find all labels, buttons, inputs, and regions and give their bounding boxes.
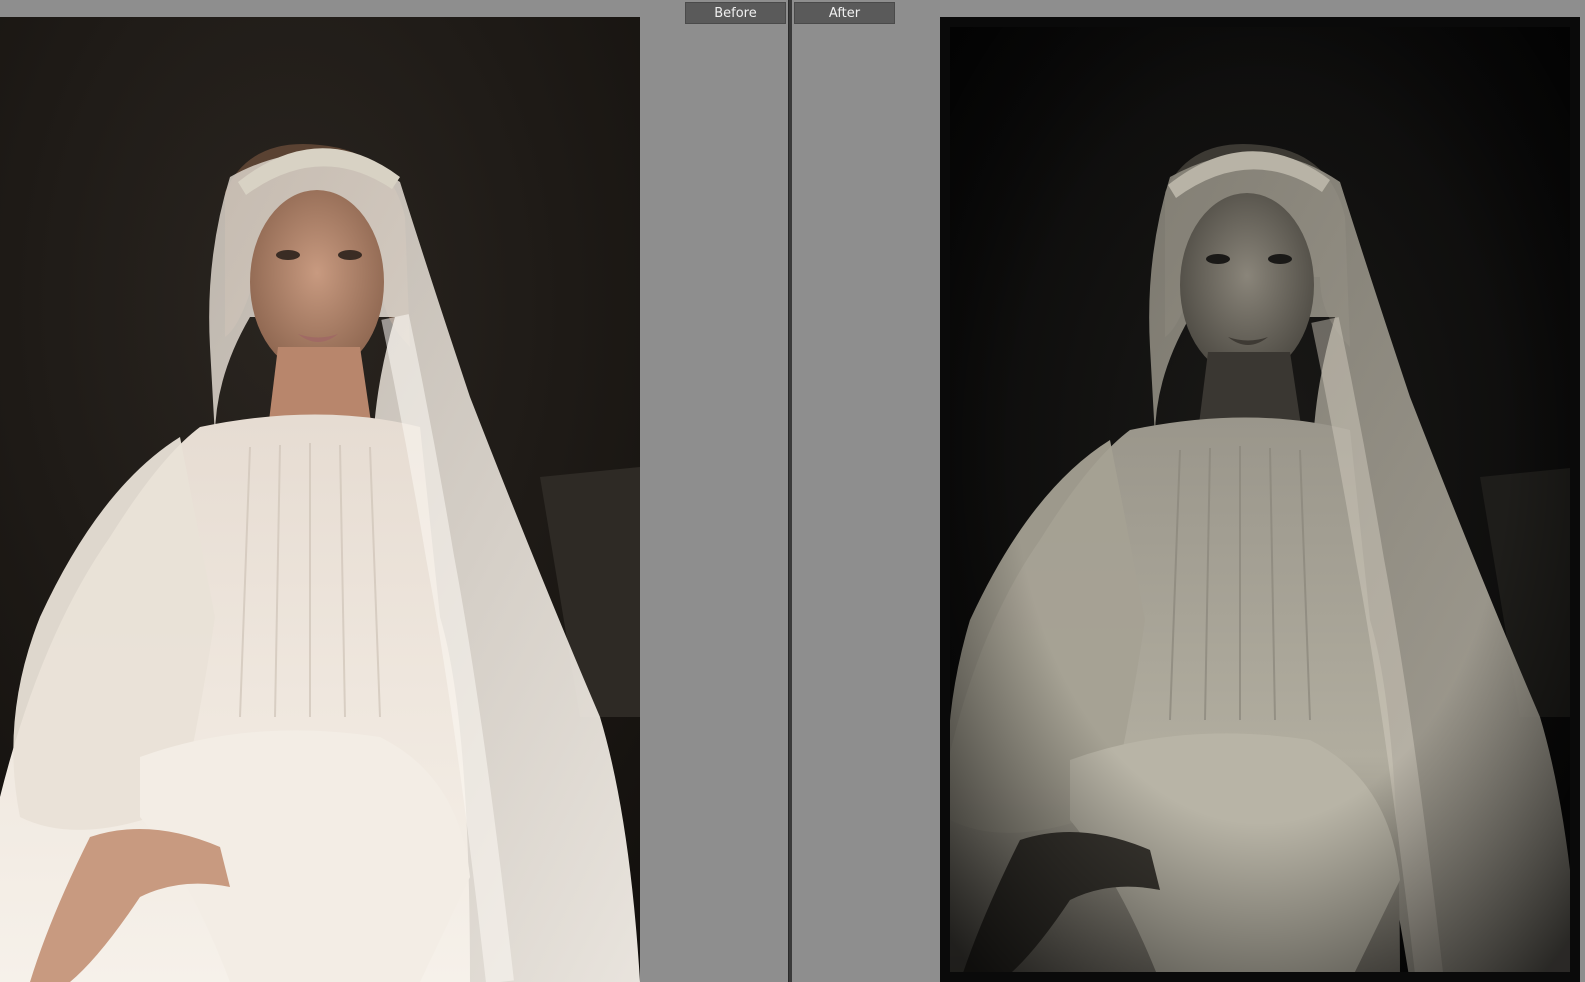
after-photo[interactable] xyxy=(940,17,1580,982)
before-photo-image xyxy=(0,17,640,982)
after-label: After xyxy=(794,2,895,24)
before-photo[interactable] xyxy=(0,17,640,982)
compare-divider[interactable] xyxy=(788,0,792,982)
compare-view: Before After xyxy=(0,0,1585,982)
before-label: Before xyxy=(685,2,786,24)
after-photo-image xyxy=(940,17,1580,982)
